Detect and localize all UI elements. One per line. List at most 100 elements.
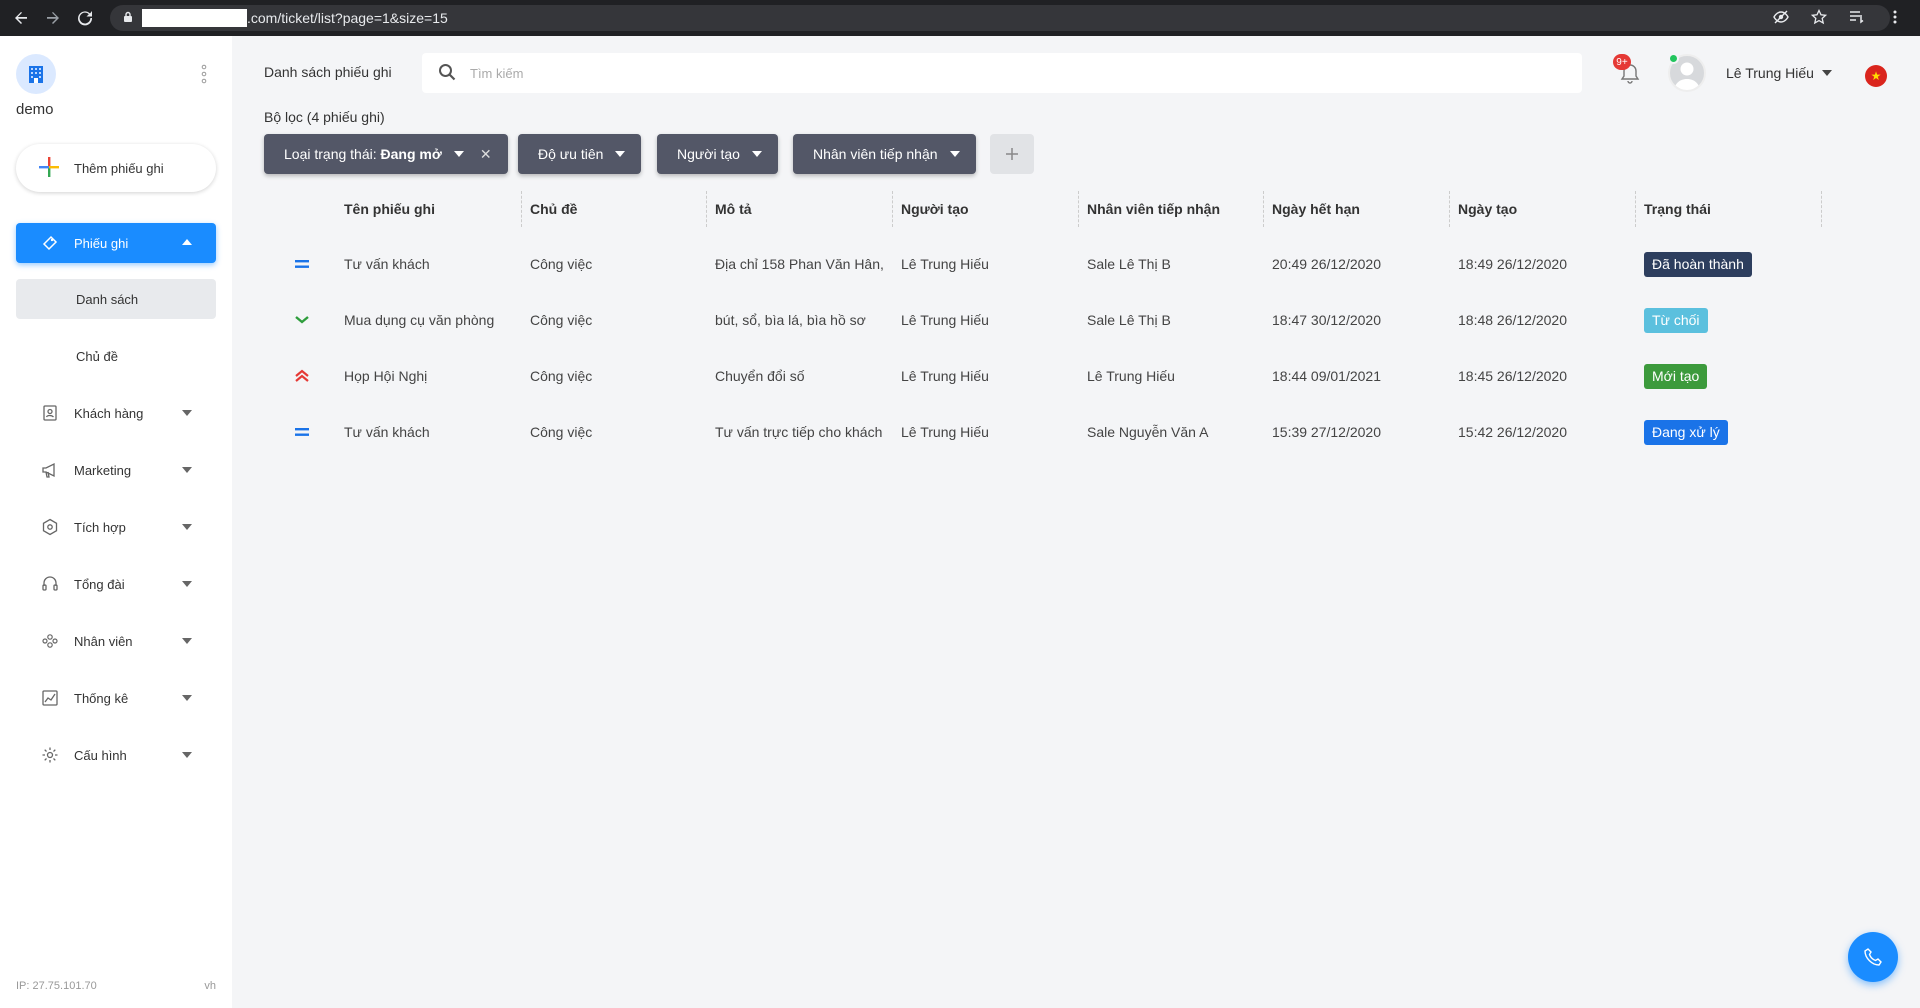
page-title: Danh sách phiếu ghi [264,64,392,80]
sidebar-item-switchboard[interactable]: Tổng đài [16,564,216,604]
cell-status: Mới tạo [1636,348,1822,404]
browser-toolbar: .com/ticket/list?page=1&size=15 [0,0,1920,36]
browser-menu-icon[interactable] [1884,6,1906,28]
table-row[interactable]: Tư vấn khách Công việc Địa chỉ 158 Phan Vă… [232,236,1832,292]
column-header-status[interactable]: Trạng thái [1636,191,1822,227]
sidebar-subitem-list[interactable]: Danh sách [16,279,216,319]
cell-created-date: 18:48 26/12/2020 [1458,312,1567,328]
column-header-created-date[interactable]: Ngày tạo [1450,191,1636,227]
cell-name: Mua dụng cụ văn phòng [344,312,495,328]
sidebar-subitem-label: Chủ đề [76,348,118,364]
notification-badge: 9+ [1613,54,1631,70]
filter-summary: Bộ lọc (4 phiếu ghi) [264,109,385,125]
chevron-down-icon [182,695,192,701]
cell-due-date: 20:49 26/12/2020 [1272,256,1381,272]
cell-status: Đang xử lý [1636,404,1822,460]
column-header-due-date[interactable]: Ngày hết hạn [1264,191,1450,227]
vietnam-flag-icon[interactable]: ★ [1865,65,1887,87]
forward-icon[interactable] [42,7,64,29]
user-menu[interactable]: Lê Trung Hiếu [1726,65,1832,81]
cell-due-date: 15:39 27/12/2020 [1272,424,1381,440]
filter-chip-label: Nhân viên tiếp nhận [813,146,938,162]
filter-chip-creator[interactable]: Người tạo [657,134,778,174]
sidebar-item-tickets[interactable]: Phiếu ghi [16,223,216,263]
column-header-creator[interactable]: Người tạo [893,191,1079,227]
search-input[interactable] [470,65,1470,81]
filter-chip-assignee[interactable]: Nhân viên tiếp nhận [793,134,976,174]
sidebar-item-staff[interactable]: Nhân viên [16,621,216,661]
cell-description: Địa chỉ 158 Phan Văn Hân, Phường 17 [715,256,887,272]
user-name: Lê Trung Hiếu [1726,65,1814,81]
back-icon[interactable] [10,7,32,29]
column-header-description[interactable]: Mô tả [707,191,893,227]
star-icon[interactable] [1808,6,1830,28]
table-header: Tên phiếu ghi Chủ đề Mô tả Người tạo Nhâ… [232,191,1832,227]
status-badge: Đã hoàn thành [1644,251,1752,277]
team-icon [40,631,60,651]
sidebar-item-label: Tổng đài [74,576,125,592]
table-row[interactable]: Họp Hội Nghị Công việc Chuyển đổi số Lê Tru… [232,348,1832,404]
cell-due-date: 18:47 30/12/2020 [1272,312,1381,328]
reload-icon[interactable] [74,7,96,29]
ip-address: IP: 27.75.101.70 [16,980,97,992]
ticket-icon [40,233,60,253]
sidebar-item-label: Nhân viên [74,633,133,649]
sidebar-item-label: Khách hàng [74,405,144,421]
cell-name: Tư vấn khách [344,424,430,440]
chevron-down-icon [182,524,192,530]
sidebar-item-label: Marketing [74,462,132,478]
add-ticket-label: Thêm phiếu ghi [74,160,164,176]
cell-creator: Lê Trung Hiếu [901,256,989,272]
cell-creator: Lê Trung Hiếu [901,424,989,440]
sidebar: demo Thêm phiếu ghi Phiếu ghi Danh sách … [0,36,232,1008]
filter-chip-prefix: Loại trạng thái: [284,146,381,162]
contact-icon [40,403,60,423]
chevron-down-icon [615,151,626,157]
column-header-assignee[interactable]: Nhân viên tiếp nhận [1079,191,1264,227]
sidebar-item-label: Thống kê [74,690,129,706]
url-text: .com/ticket/list?page=1&size=15 [247,10,448,26]
cell-topic: Công việc [530,312,593,328]
priority-medium-icon [292,422,312,442]
call-button[interactable] [1848,932,1898,982]
eye-off-icon[interactable] [1770,6,1792,28]
add-ticket-button[interactable]: Thêm phiếu ghi [16,144,216,192]
address-bar[interactable]: .com/ticket/list?page=1&size=15 [110,5,1890,31]
sidebar-options-icon[interactable] [200,64,208,87]
table-row[interactable]: Mua dụng cụ văn phòng Công việc bút, sổ, b… [232,292,1832,348]
sidebar-item-statistics[interactable]: Thống kê [16,678,216,718]
chart-icon [40,688,60,708]
cell-creator: Lê Trung Hiếu [901,368,989,384]
cell-status: Đã hoàn thành [1636,236,1822,292]
sidebar-subitem-topics[interactable]: Chủ đề [16,336,216,376]
chevron-down-icon [182,410,192,416]
status-badge: Mới tạo [1644,363,1708,389]
cell-assignee: Sale Nguyễn Văn A [1087,424,1209,440]
sidebar-item-marketing[interactable]: Marketing [16,450,216,490]
sidebar-item-integration[interactable]: Tích hợp [16,507,216,547]
sidebar-item-customers[interactable]: Khách hàng [16,393,216,433]
filter-chip-status-type[interactable]: Loại trạng thái: Đang mở ✕ [264,134,508,174]
company-logo-icon[interactable] [16,54,56,94]
cell-due-date: 18:44 09/01/2021 [1272,368,1381,384]
column-header-topic[interactable]: Chủ đề [522,191,707,227]
sidebar-item-settings[interactable]: Cấu hình [16,735,216,775]
filter-chip-label: Người tạo [677,146,740,162]
cell-name: Tư vấn khách [344,256,430,272]
online-status-dot [1668,53,1679,64]
filter-chip-label: Độ ưu tiên [538,146,604,162]
cell-description: Tư vấn trực tiếp cho khách hàng [715,424,887,440]
search-bar[interactable] [422,53,1582,93]
reading-list-icon[interactable] [1846,6,1868,28]
column-header-name[interactable]: Tên phiếu ghi [336,191,522,227]
close-icon[interactable]: ✕ [480,146,492,163]
cell-creator: Lê Trung Hiếu [901,312,989,328]
filter-chip-priority[interactable]: Độ ưu tiên [518,134,642,174]
table-row[interactable]: Tư vấn khách Công việc Tư vấn trực tiếp ch… [232,404,1832,460]
add-filter-button[interactable] [990,134,1034,174]
integration-icon [40,517,60,537]
version-label: vh [204,980,216,992]
cell-assignee: Sale Lê Thị B [1087,312,1171,328]
gear-icon [40,745,60,765]
cell-created-date: 18:49 26/12/2020 [1458,256,1567,272]
